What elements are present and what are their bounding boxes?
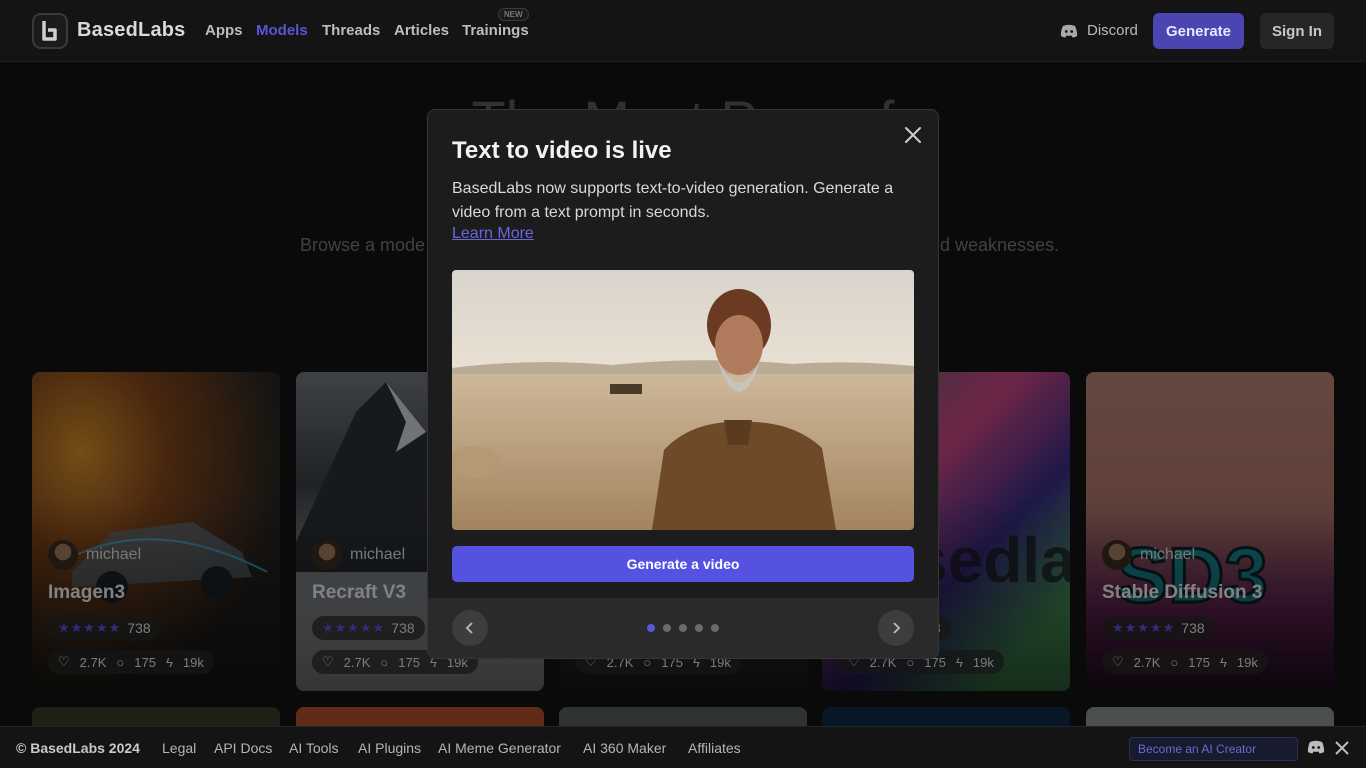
carousel-dots [647,624,719,632]
nav-link-articles[interactable]: Articles [394,22,449,39]
carousel-dot[interactable] [663,624,671,632]
footer-link-ai-tools[interactable]: AI Tools [289,740,339,756]
footer-link-api-docs[interactable]: API Docs [214,740,272,756]
brand-name[interactable]: BasedLabs [77,19,186,42]
nav-link-apps[interactable]: Apps [205,22,243,39]
footer-link-ai-plugins[interactable]: AI Plugins [358,740,421,756]
carousel-dot[interactable] [679,624,687,632]
carousel-dot[interactable] [695,624,703,632]
discord-icon [1060,24,1078,37]
discord-icon[interactable] [1307,740,1325,756]
discord-label: Discord [1087,22,1138,39]
carousel-controls [428,598,938,658]
chevron-right-icon[interactable] [878,610,914,646]
generate-video-button[interactable]: Generate a video [452,546,914,582]
footer-link-affiliates[interactable]: Affiliates [688,740,741,756]
footer-copyright: © BasedLabs 2024 [16,740,140,756]
top-nav: BasedLabs Apps Models Threads Articles T… [0,0,1366,62]
learn-more-link[interactable]: Learn More [452,225,534,243]
logo-icon[interactable] [32,13,68,49]
become-creator-button[interactable]: Become an AI Creator [1129,737,1298,761]
generate-button[interactable]: Generate [1153,13,1244,49]
footer-link-ai-360-maker[interactable]: AI 360 Maker [583,740,666,756]
footer-link-legal[interactable]: Legal [162,740,196,756]
carousel-dot[interactable] [647,624,655,632]
close-icon[interactable] [902,124,924,146]
discord-link[interactable]: Discord [1060,22,1138,39]
modal-description: BasedLabs now supports text-to-video gen… [452,180,894,221]
nav-link-trainings[interactable]: Trainings [462,22,529,39]
footer-link-ai-meme-generator[interactable]: AI Meme Generator [438,740,561,756]
nav-link-threads[interactable]: Threads [322,22,380,39]
x-twitter-icon[interactable] [1334,740,1352,756]
chevron-left-icon[interactable] [452,610,488,646]
new-badge: NEW [498,8,529,21]
carousel-dot[interactable] [711,624,719,632]
announcement-modal: Text to video is live BasedLabs now supp… [427,109,939,659]
modal-title: Text to video is live [452,137,672,164]
sign-in-button[interactable]: Sign In [1260,13,1334,49]
video-preview-image [452,270,914,530]
site-footer: © BasedLabs 2024 Legal API Docs AI Tools… [0,726,1366,768]
nav-link-models[interactable]: Models [256,22,308,39]
